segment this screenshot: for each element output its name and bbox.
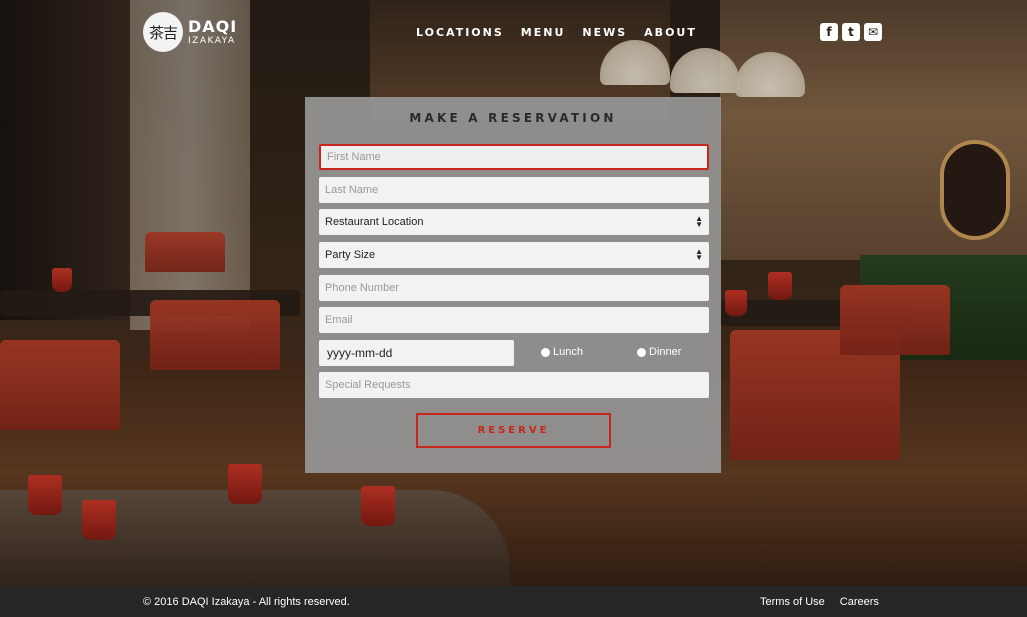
- footer-links: Terms of Use Careers: [760, 596, 879, 608]
- select-arrows-icon: ▲ ▼: [695, 214, 703, 229]
- nav-news[interactable]: NEWS: [582, 26, 627, 39]
- lunch-label: Lunch: [553, 346, 583, 358]
- logo-text: DAQI IZAKAYA: [188, 16, 238, 46]
- radio-circle-icon: [637, 347, 646, 357]
- nav-menu[interactable]: MENU: [521, 26, 566, 39]
- email-input[interactable]: Email: [319, 307, 709, 333]
- site-footer: © 2016 DAQI Izakaya - All rights reserve…: [0, 586, 1027, 617]
- first-name-input[interactable]: First Name: [319, 144, 709, 170]
- main-nav: LOCATIONS MENU NEWS ABOUT: [416, 26, 697, 39]
- brand-name: DAQI: [188, 16, 238, 36]
- twitter-icon[interactable]: t: [842, 23, 860, 41]
- dinner-radio[interactable]: Dinner: [637, 346, 681, 358]
- phone-number-input[interactable]: Phone Number: [319, 275, 709, 301]
- site-header: 茶吉 DAQI IZAKAYA LOCATIONS MENU NEWS ABOU…: [0, 0, 1027, 66]
- envelope-icon[interactable]: ✉: [864, 23, 882, 41]
- party-size-value: Party Size: [325, 249, 376, 261]
- reservation-title: MAKE A RESERVATION: [409, 111, 617, 125]
- reservation-panel: MAKE A RESERVATION First Name Last Name …: [305, 97, 721, 473]
- brand-subtitle: IZAKAYA: [188, 35, 236, 46]
- radio-circle-icon: [541, 347, 550, 357]
- last-name-input[interactable]: Last Name: [319, 177, 709, 203]
- nav-about[interactable]: ABOUT: [644, 26, 697, 39]
- lunch-radio[interactable]: Lunch: [541, 346, 583, 358]
- select-arrows-icon: ▲ ▼: [695, 247, 703, 262]
- footer-link-terms[interactable]: Terms of Use: [760, 596, 825, 608]
- reserve-button[interactable]: RESERVE: [416, 413, 611, 448]
- date-input[interactable]: yyyy-mm-dd: [319, 340, 514, 366]
- restaurant-location-select[interactable]: Restaurant Location ▲ ▼: [319, 209, 709, 235]
- brand-logo[interactable]: 茶吉 DAQI IZAKAYA: [143, 12, 237, 52]
- party-size-select[interactable]: Party Size ▲ ▼: [319, 242, 709, 268]
- footer-link-careers[interactable]: Careers: [840, 596, 879, 608]
- logo-emblem: 茶吉: [143, 12, 183, 52]
- copyright-text: © 2016 DAQI Izakaya - All rights reserve…: [143, 596, 350, 608]
- restaurant-location-value: Restaurant Location: [325, 216, 424, 228]
- social-links: f t ✉: [820, 23, 882, 41]
- nav-locations[interactable]: LOCATIONS: [416, 26, 504, 39]
- special-requests-input[interactable]: Special Requests: [319, 372, 709, 398]
- dinner-label: Dinner: [649, 346, 682, 358]
- facebook-icon[interactable]: f: [820, 23, 838, 41]
